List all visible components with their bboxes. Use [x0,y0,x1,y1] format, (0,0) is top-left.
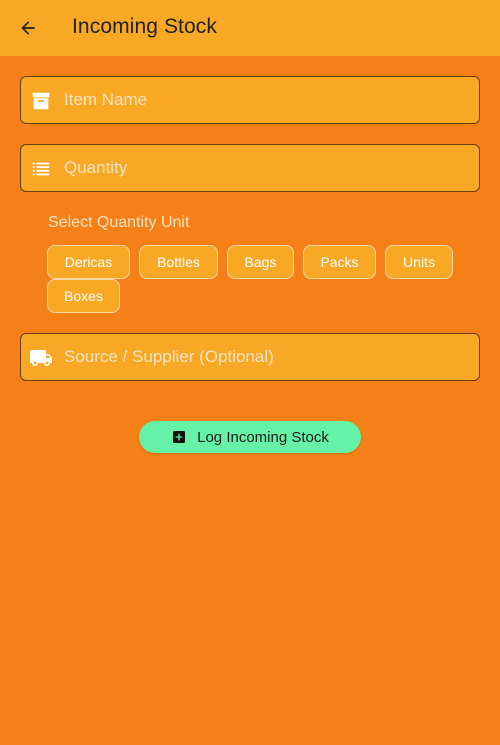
source-field[interactable] [20,333,480,381]
quantity-field[interactable] [20,144,480,192]
unit-chip-units[interactable]: Units [385,245,453,279]
quantity-input[interactable] [64,145,464,191]
log-incoming-stock-button[interactable]: Log Incoming Stock [139,421,361,453]
unit-chip-bottles[interactable]: Bottles [139,245,218,279]
item-name-field[interactable] [20,76,480,124]
arrow-back-icon [21,21,35,35]
page-title: Incoming Stock [72,15,217,38]
archive-box-icon [29,89,53,113]
unit-chip-bags[interactable]: Bags [227,245,294,279]
truck-icon [29,346,53,370]
back-button[interactable] [14,14,42,42]
source-input[interactable] [64,334,464,380]
list-icon [29,157,53,181]
item-name-input[interactable] [64,77,464,123]
app-bar: Incoming Stock [0,0,500,56]
unit-selector-label: Select Quantity Unit [48,214,190,231]
unit-chip-dericas[interactable]: Dericas [47,245,130,279]
log-incoming-stock-label: Log Incoming Stock [197,428,329,446]
add-box-icon [171,429,187,445]
unit-chip-boxes[interactable]: Boxes [47,279,120,313]
unit-chip-packs[interactable]: Packs [303,245,376,279]
